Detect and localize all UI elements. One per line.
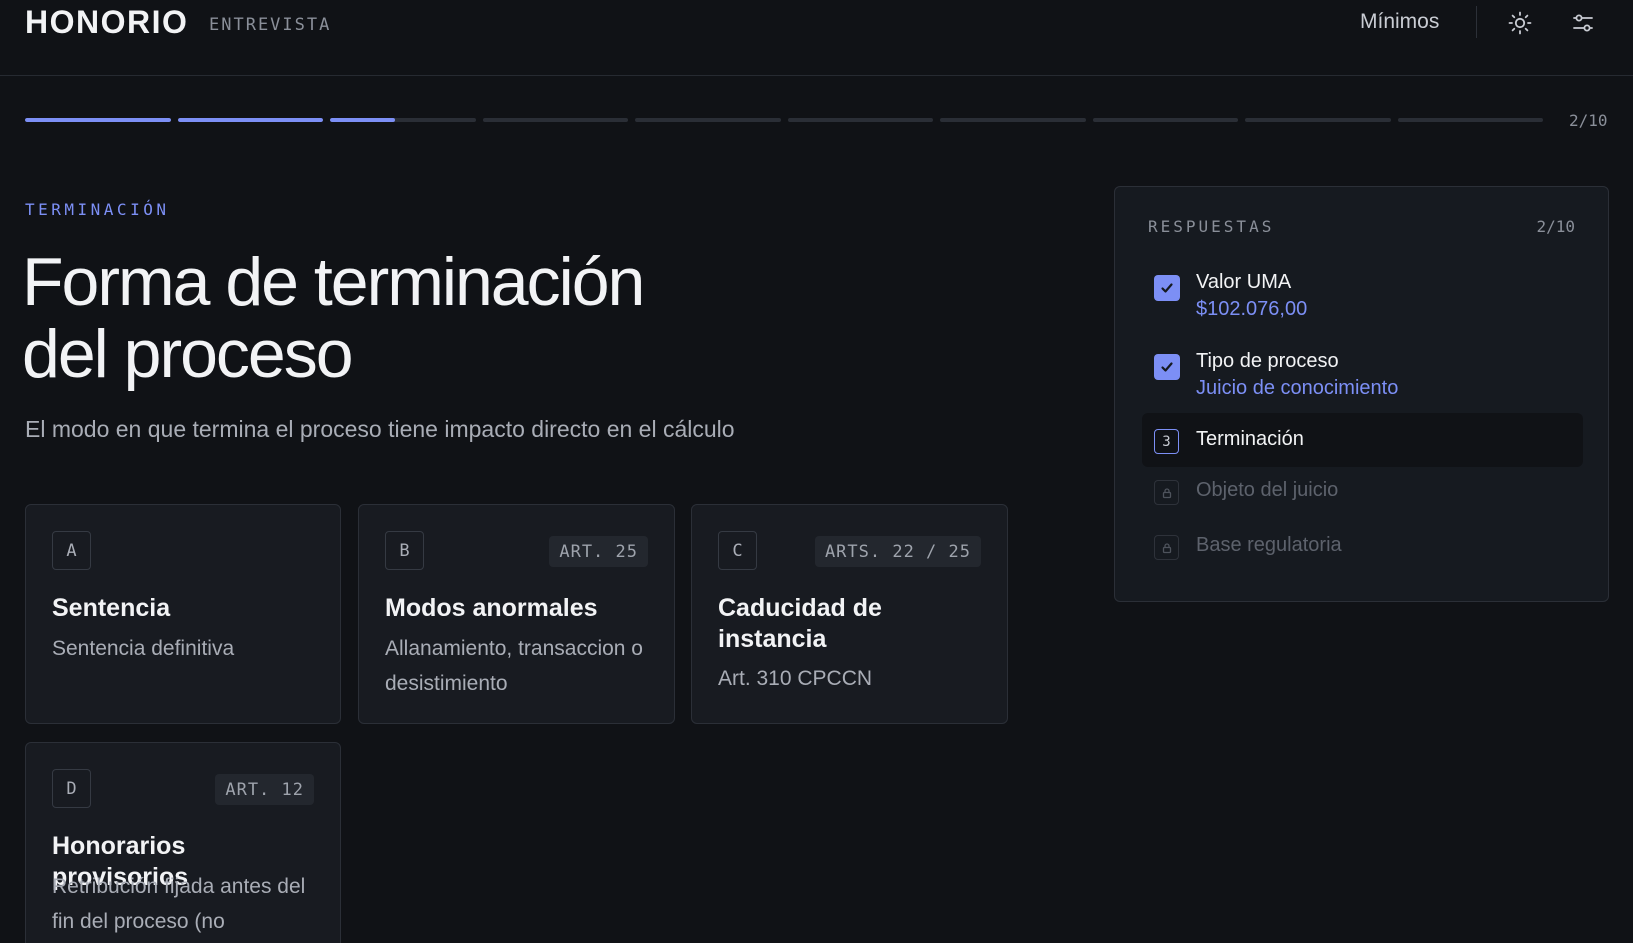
progress-segment	[330, 118, 476, 122]
option-card-c[interactable]: C ARTS. 22 / 25 Caducidad de instancia A…	[691, 504, 1008, 724]
progress-segment-fill	[25, 118, 171, 122]
answers-heading: RESPUESTAS	[1148, 217, 1275, 236]
progress-segment	[1397, 118, 1543, 122]
option-description: Sentencia definitiva	[52, 637, 235, 660]
option-card-a[interactable]: A Sentencia Sentencia definitiva	[25, 504, 341, 724]
step-eyebrow: TERMINACIÓN	[25, 200, 170, 219]
sliders-icon[interactable]	[1568, 8, 1598, 38]
progress-segment	[25, 118, 171, 122]
progress-segment-fill	[330, 118, 396, 122]
page-title-line1: Forma de terminación	[22, 244, 645, 320]
answer-value: Juicio de conocimiento	[1196, 377, 1399, 399]
progress-segment	[1092, 118, 1238, 122]
step-number: 3	[1154, 429, 1179, 454]
check-icon	[1154, 275, 1180, 301]
progress-count: 2/10	[1569, 111, 1608, 130]
option-title: Caducidad de instancia	[718, 594, 882, 653]
header-divider	[1476, 6, 1477, 38]
answer-label: Base regulatoria	[1196, 534, 1342, 556]
answer-item-base-locked: Base regulatoria	[1142, 530, 1583, 570]
minimos-link[interactable]: Mínimos	[1360, 10, 1439, 34]
check-icon	[1154, 354, 1180, 380]
option-letter: D	[52, 769, 91, 808]
option-article-tag: ART. 25	[549, 536, 648, 567]
answer-label: Objeto del juicio	[1196, 479, 1339, 501]
page-title: Forma de terminación del proceso	[22, 246, 922, 390]
progress-segment	[177, 118, 323, 122]
option-title: Modos anormales	[385, 594, 598, 622]
option-article-tag: ART. 12	[215, 774, 314, 805]
answer-label: Tipo de proceso	[1196, 350, 1339, 372]
progress-segment-fill	[177, 118, 323, 122]
answer-label: Terminación	[1196, 428, 1304, 450]
progress-segment	[1245, 118, 1391, 122]
progress-segment	[940, 118, 1086, 122]
answers-count: 2/10	[1536, 217, 1575, 236]
option-description: Allanamiento, transaccion o desistimient…	[385, 637, 643, 695]
progress-segment	[482, 118, 628, 122]
lock-icon	[1154, 535, 1179, 560]
step-progress-bar	[25, 118, 1543, 124]
option-description: Retribución fijada antes del fin del pro…	[52, 875, 306, 933]
answer-label: Valor UMA	[1196, 271, 1292, 293]
option-card-b[interactable]: B ART. 25 Modos anormales Allanamiento, …	[358, 504, 675, 724]
answer-item-tipo-proceso[interactable]: Tipo de proceso Juicio de conocimiento	[1142, 346, 1583, 406]
app-header: HONORIO ENTREVISTA Mínimos	[0, 0, 1633, 76]
option-letter: A	[52, 531, 91, 570]
answer-item-valor-uma[interactable]: Valor UMA $102.076,00	[1142, 267, 1583, 327]
page-title-line2: del proceso	[22, 316, 354, 392]
sun-icon[interactable]	[1505, 8, 1535, 38]
option-letter: C	[718, 531, 757, 570]
page-subtitle: El modo en que termina el proceso tiene …	[25, 416, 735, 442]
lock-icon	[1154, 480, 1179, 505]
progress-segment	[635, 118, 781, 122]
brand-logo[interactable]: HONORIO	[25, 4, 188, 41]
answer-item-terminacion-current[interactable]: 3 Terminación	[1142, 413, 1583, 467]
answer-item-objeto-locked: Objeto del juicio	[1142, 475, 1583, 515]
option-description: Art. 310 CPCCN	[718, 667, 873, 690]
brand-subtitle: ENTREVISTA	[209, 15, 332, 35]
answer-value: $102.076,00	[1196, 298, 1308, 320]
option-card-d[interactable]: D ART. 12 Honorarios provisorios Retribu…	[25, 742, 341, 943]
option-letter: B	[385, 531, 424, 570]
progress-segment	[787, 118, 933, 122]
option-article-tag: ARTS. 22 / 25	[814, 536, 981, 567]
option-title: Sentencia	[52, 594, 171, 622]
answers-panel: RESPUESTAS 2/10 Valor UMA $102.076,00 Ti…	[1114, 186, 1609, 602]
